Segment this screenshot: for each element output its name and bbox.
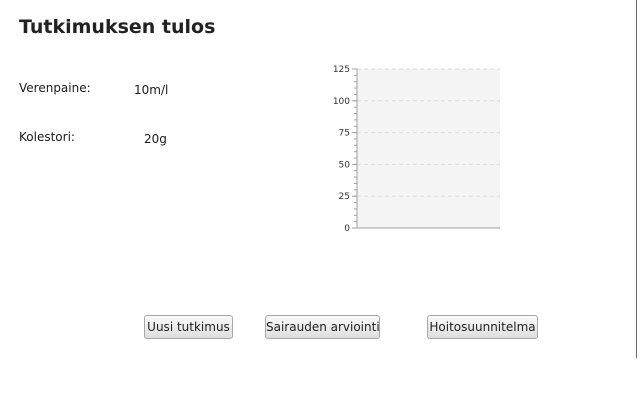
new-study-button[interactable]: Uusi tutkimus: [144, 315, 233, 339]
chart-y-tick-label: 0: [344, 224, 350, 234]
window-border: [636, 0, 637, 358]
chart-y-tick-label: 50: [339, 160, 351, 170]
blood-pressure-value: 10m/l: [134, 83, 169, 97]
cholesterol-label: Kolestori:: [19, 130, 75, 144]
results-chart: 0 25 50 75 100 125: [322, 62, 508, 238]
app-window: Tutkimuksen tulos Verenpaine: 10m/l Kole…: [0, 0, 636, 358]
chart-svg: 0 25 50 75 100 125: [333, 65, 500, 234]
chart-y-tick-label: 125: [333, 65, 350, 75]
cholesterol-value: 20g: [144, 132, 167, 146]
page-title: Tutkimuksen tulos: [19, 16, 216, 38]
chart-plot-area: [357, 69, 500, 228]
chart-y-tick-label: 75: [339, 129, 350, 139]
blood-pressure-label: Verenpaine:: [19, 81, 91, 95]
chart-y-tick-label: 25: [339, 192, 350, 202]
care-plan-button[interactable]: Hoitosuunnitelma: [427, 315, 538, 339]
disease-evaluation-button[interactable]: Sairauden arviointi: [265, 315, 380, 339]
chart-y-tick-label: 100: [333, 97, 350, 107]
